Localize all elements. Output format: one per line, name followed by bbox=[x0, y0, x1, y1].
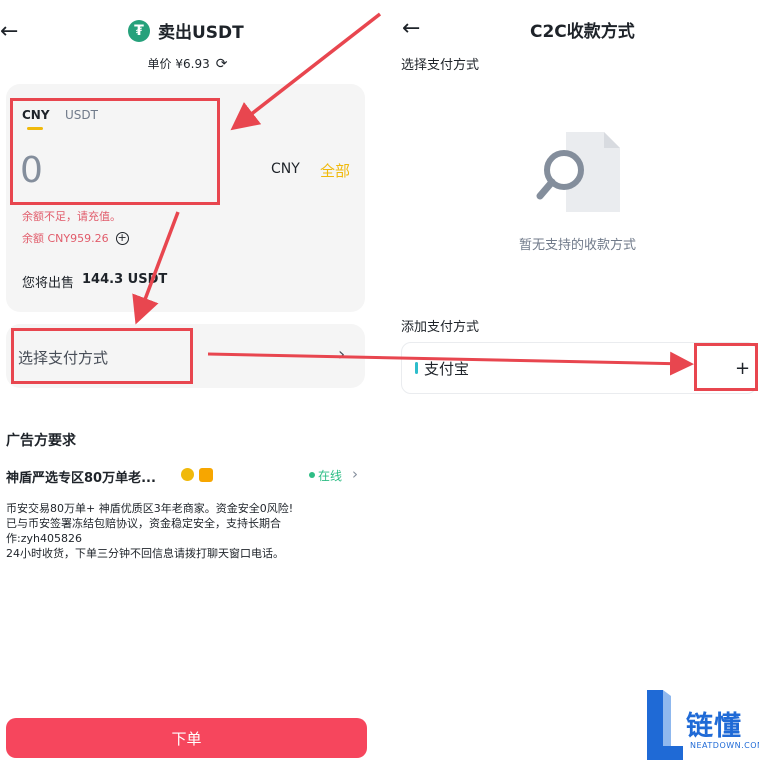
all-button[interactable]: 全部 bbox=[320, 160, 350, 181]
description-line: 币安交易80万单+ 神盾优质区3年老商家。资金安全0风险! bbox=[6, 502, 294, 515]
chevron-right-icon[interactable]: › bbox=[352, 465, 358, 483]
chevron-right-icon: › bbox=[338, 344, 346, 365]
error-text: 余额不足，请充值。 bbox=[22, 210, 121, 223]
back-arrow-icon[interactable]: ← bbox=[0, 21, 18, 43]
alipay-accent-bar bbox=[415, 362, 418, 374]
online-dot-icon bbox=[309, 472, 315, 478]
shop-name[interactable]: 神盾严选专区80万单老... bbox=[6, 467, 156, 486]
sell-amount: 144.3 USDT bbox=[82, 272, 168, 287]
balance-row: 余额 CNY959.26 + bbox=[22, 230, 129, 246]
online-status: 在线 bbox=[318, 469, 343, 483]
shield-badge-icon bbox=[199, 468, 213, 482]
sell-summary: 您将出售 144.3 USDT bbox=[22, 272, 167, 291]
watermark-name: 链懂 bbox=[686, 711, 742, 742]
refresh-icon[interactable]: ⟳ bbox=[216, 56, 228, 72]
back-arrow-icon[interactable]: ← bbox=[402, 18, 420, 40]
balance-label: 余额 CNY959.26 bbox=[22, 232, 109, 245]
description-line: 作:zyh405826 bbox=[6, 532, 82, 545]
page-title: C2C收款方式 bbox=[530, 22, 635, 42]
advertiser-description: 币安交易80万单+ 神盾优质区3年老商家。资金安全0风险! 已与币安签署冻结包赔… bbox=[6, 501, 326, 561]
highlight-add-box bbox=[694, 343, 758, 391]
plus-circle-icon[interactable]: + bbox=[115, 231, 129, 245]
select-method-title: 选择支付方式 bbox=[401, 58, 480, 73]
page-title-text: 卖出USDT bbox=[158, 23, 244, 43]
usdt-logo-icon: ₮ bbox=[128, 19, 150, 42]
currency-label: CNY bbox=[271, 161, 300, 177]
place-order-button[interactable]: 下单 bbox=[6, 718, 367, 758]
advertiser-section-title: 广告方要求 bbox=[6, 433, 76, 449]
add-method-title: 添加支付方式 bbox=[401, 320, 480, 335]
highlight-payment-box bbox=[11, 328, 193, 384]
watermark-sub: NEATDOWN.COM bbox=[690, 741, 759, 750]
sell-prefix: 您将出售 bbox=[22, 276, 75, 291]
highlight-amount-box bbox=[10, 98, 220, 205]
alipay-label: 支付宝 bbox=[424, 360, 470, 378]
verified-badge-icon bbox=[181, 468, 194, 481]
price-row: 单价 ¥6.93 ⟳ bbox=[0, 55, 375, 72]
empty-search-icon bbox=[536, 132, 620, 212]
description-line: 24小时收货，下单三分钟不回信息请拨打聊天窗口电话。 bbox=[6, 547, 284, 560]
empty-state-text: 暂无支持的收款方式 bbox=[519, 238, 637, 253]
description-line: 已与币安签署冻结包赔协议，资金稳定安全，支持长期合 bbox=[6, 517, 281, 530]
price-label: 单价 ¥6.93 bbox=[147, 57, 210, 71]
page-title: ₮ 卖出USDT bbox=[128, 18, 244, 43]
